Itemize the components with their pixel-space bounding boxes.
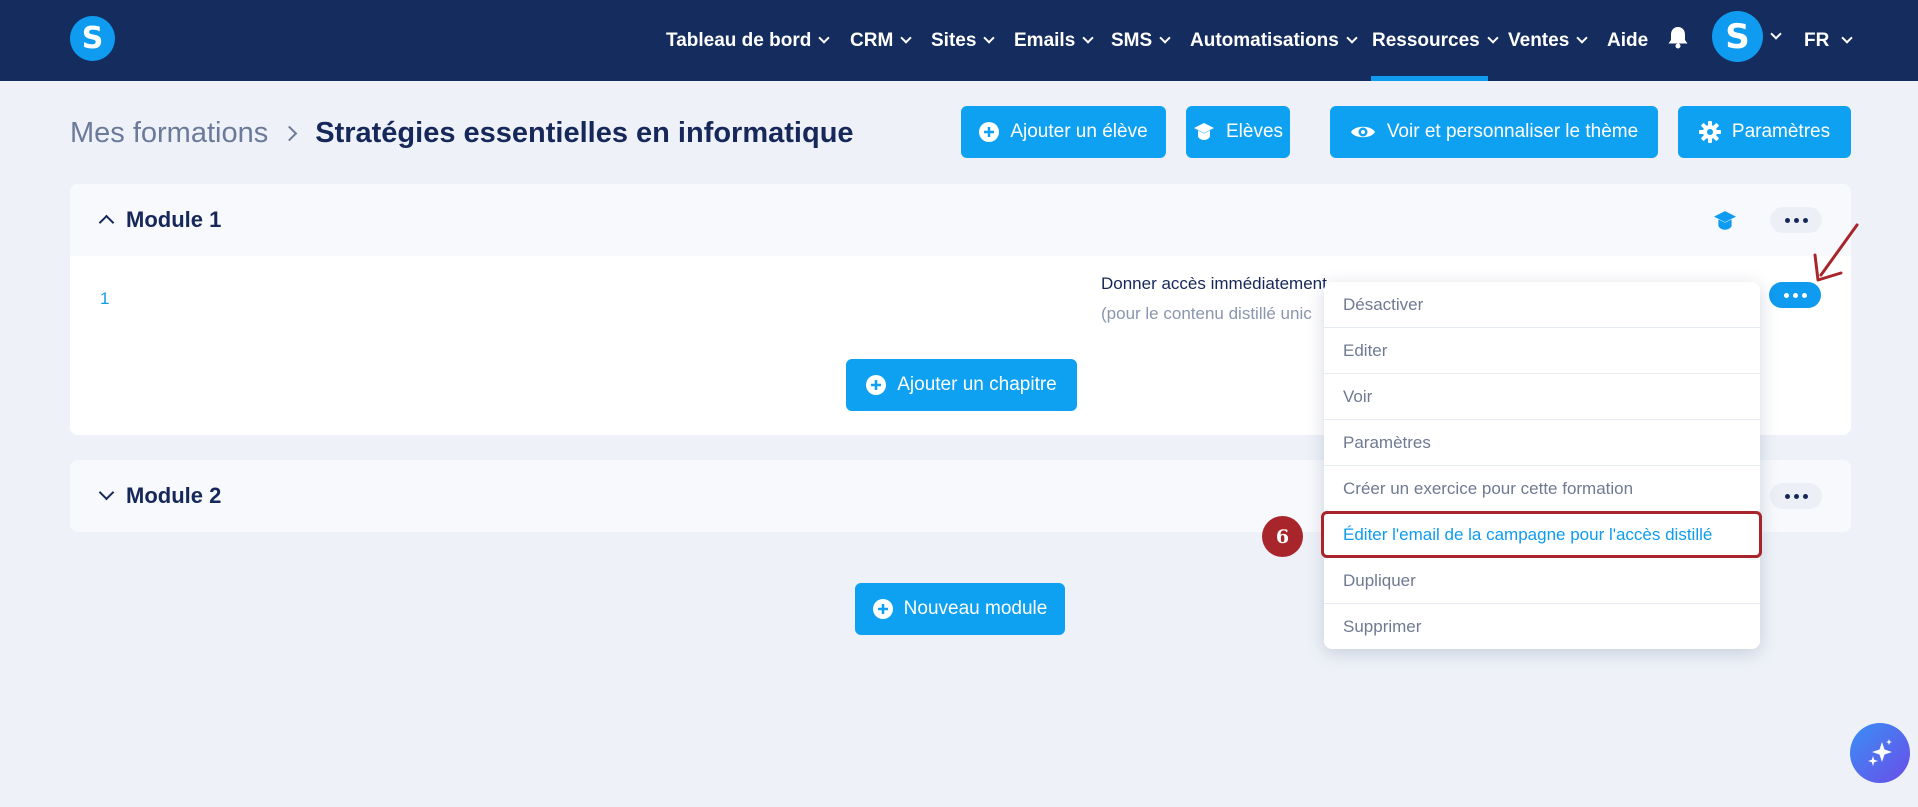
chevron-down-icon (1841, 32, 1853, 44)
module-title: Module 1 (126, 207, 222, 232)
bell-icon[interactable] (1667, 25, 1689, 49)
settings-button[interactable]: Paramètres (1678, 106, 1851, 158)
nav-item-sms[interactable]: SMS (1111, 0, 1171, 81)
chevron-down-icon (900, 32, 912, 44)
view-customize-theme-button[interactable]: Voir et personnaliser le thème (1330, 106, 1658, 158)
chevron-down-icon (1346, 32, 1358, 44)
chevron-up-icon[interactable] (98, 214, 115, 231)
nav-item-help[interactable]: Aide (1607, 0, 1648, 81)
chapter-number[interactable]: 1 (100, 289, 109, 309)
breadcrumb-parent-link[interactable]: Mes formations (70, 117, 268, 150)
top-navbar: S Tableau de bord CRM Sites Emails SMS A… (0, 0, 1918, 81)
chevron-down-icon (1487, 32, 1499, 44)
access-setting-label: Donner accès immédiatement (1101, 274, 1327, 293)
nav-item-dashboard[interactable]: Tableau de bord (666, 0, 831, 81)
ai-assistant-button[interactable] (1850, 723, 1910, 783)
add-student-button[interactable]: Ajouter un élève (961, 106, 1166, 158)
chevron-down-icon[interactable] (98, 484, 115, 501)
nav-active-indicator (1371, 76, 1488, 81)
module-header[interactable]: Module 1 (70, 184, 1851, 256)
plus-circle-icon (872, 599, 893, 619)
tutorial-highlight-box (1321, 511, 1762, 558)
access-setting-hint: (pour le contenu distillé unic (1101, 304, 1312, 323)
chevron-down-icon (818, 32, 831, 44)
nav-item-crm[interactable]: CRM (850, 0, 912, 81)
language-selector[interactable]: FR (1804, 0, 1853, 81)
new-module-button[interactable]: Nouveau module (855, 583, 1065, 635)
chevron-down-icon (1159, 32, 1171, 44)
app-logo[interactable]: S (70, 16, 115, 61)
page-title: Stratégies essentielles en informatique (315, 116, 854, 149)
plus-circle-icon (979, 122, 1000, 142)
tutorial-arrow-icon (1813, 223, 1859, 282)
nav-item-sites[interactable]: Sites (931, 0, 996, 81)
tutorial-step-badge: 6 (1262, 516, 1303, 557)
chevron-down-icon[interactable] (1770, 28, 1782, 40)
chevron-down-icon (983, 32, 996, 44)
chevron-down-icon (1576, 32, 1588, 44)
graduation-cap-icon (1193, 122, 1215, 142)
students-button[interactable]: Elèves (1186, 106, 1290, 158)
chevron-right-icon (281, 125, 298, 141)
menu-item-settings[interactable]: Paramètres (1324, 420, 1760, 466)
module-menu-button[interactable] (1770, 483, 1822, 509)
gear-icon (1698, 121, 1721, 143)
chapter-context-menu: Désactiver Editer Voir Paramètres Créer … (1324, 282, 1760, 649)
menu-item-create-exercise[interactable]: Créer un exercice pour cette formation (1324, 466, 1760, 512)
menu-item-delete[interactable]: Supprimer (1324, 604, 1760, 649)
graduation-cap-icon[interactable] (1712, 210, 1738, 232)
nav-item-automations[interactable]: Automatisations (1190, 0, 1358, 81)
breadcrumb: Mes formations Stratégies essentielles e… (70, 115, 854, 151)
eye-icon (1350, 123, 1376, 141)
menu-item-deactivate[interactable]: Désactiver (1324, 282, 1760, 328)
sparkles-icon (1868, 739, 1892, 766)
nav-item-emails[interactable]: Emails (1014, 0, 1094, 81)
chevron-down-icon (1082, 32, 1094, 44)
user-avatar[interactable]: S (1712, 11, 1763, 62)
plus-circle-icon (866, 375, 887, 395)
menu-item-duplicate[interactable]: Dupliquer (1324, 558, 1760, 604)
menu-item-edit[interactable]: Editer (1324, 328, 1760, 374)
nav-item-sales[interactable]: Ventes (1508, 0, 1588, 81)
add-chapter-button[interactable]: Ajouter un chapitre (846, 359, 1077, 411)
nav-item-resources[interactable]: Ressources (1372, 0, 1499, 81)
module-title: Module 2 (126, 483, 222, 508)
menu-item-view[interactable]: Voir (1324, 374, 1760, 420)
